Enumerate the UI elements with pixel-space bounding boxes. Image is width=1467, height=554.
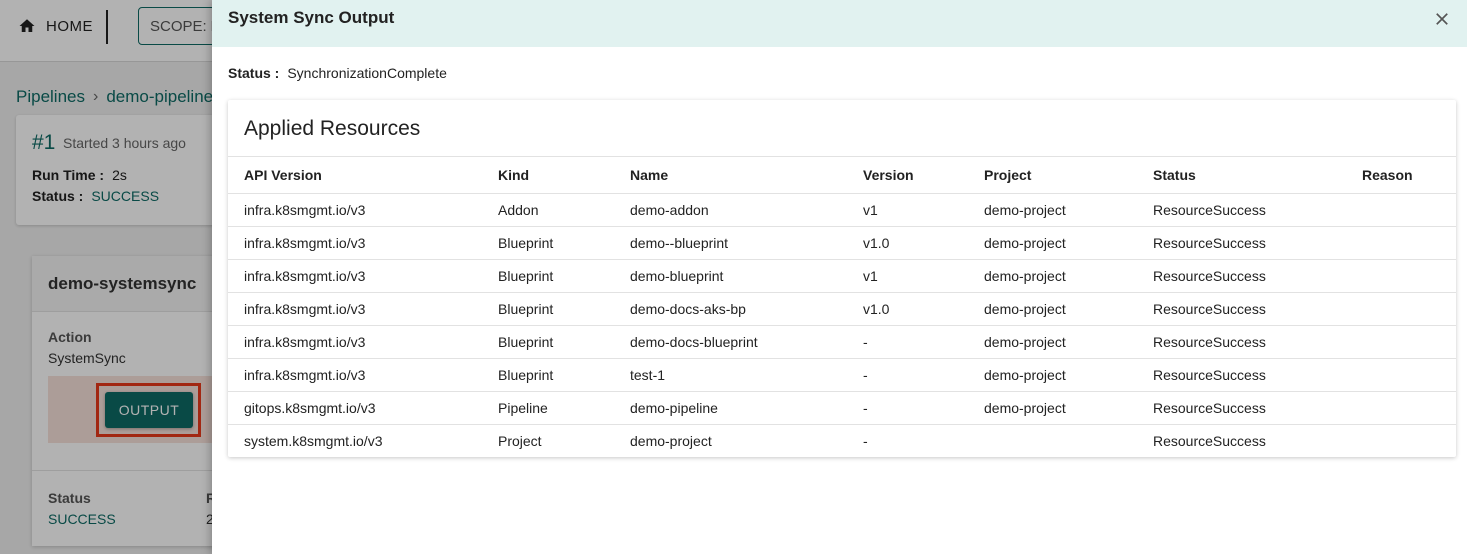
table-cell — [1362, 358, 1456, 392]
table-cell: - — [863, 358, 984, 392]
table-cell: demo-project — [984, 358, 1153, 392]
table-body: infra.k8smgmt.io/v3 Addon demo-addon v1 demo… — [228, 193, 1456, 458]
column-header: Status — [1153, 156, 1362, 194]
table-cell: demo-project — [984, 259, 1153, 293]
table-cell: infra.k8smgmt.io/v3 — [228, 193, 498, 227]
table-row: infra.k8smgmt.io/v3 Blueprint demo--bluepr… — [228, 226, 1456, 260]
table-cell: Project — [498, 424, 630, 458]
table-row: system.k8smgmt.io/v3 Project demo-project -… — [228, 424, 1456, 458]
table-cell: infra.k8smgmt.io/v3 — [228, 292, 498, 326]
table-row: infra.k8smgmt.io/v3 Blueprint demo-bluepri… — [228, 259, 1456, 293]
table-cell: ResourceSuccess — [1153, 226, 1362, 260]
column-header: Version — [863, 156, 984, 194]
sync-status-label: Status : — [228, 65, 280, 81]
table-header-row: API Version Kind Name Version Project St… — [228, 156, 1456, 194]
table-cell: demo-docs-aks-bp — [630, 292, 863, 326]
table-cell — [1362, 391, 1456, 425]
table-row: infra.k8smgmt.io/v3 Blueprint demo-docs-ak… — [228, 292, 1456, 326]
table-cell: Blueprint — [498, 259, 630, 293]
table-cell: demo-project — [984, 226, 1153, 260]
column-header: API Version — [228, 156, 498, 194]
table-cell: demo-docs-blueprint — [630, 325, 863, 359]
table-cell — [1362, 424, 1456, 458]
table-cell: system.k8smgmt.io/v3 — [228, 424, 498, 458]
table-cell — [1362, 259, 1456, 293]
table-cell: demo-project — [984, 292, 1153, 326]
sync-status: Status : SynchronizationComplete — [228, 65, 447, 81]
applied-resources-title: Applied Resources — [244, 117, 421, 140]
table-cell: ResourceSuccess — [1153, 325, 1362, 359]
table-cell: infra.k8smgmt.io/v3 — [228, 259, 498, 293]
table-cell: demo--blueprint — [630, 226, 863, 260]
applied-resources-card: Applied Resources API Version Kind Name … — [228, 100, 1456, 458]
table-cell: test-1 — [630, 358, 863, 392]
table-cell: ResourceSuccess — [1153, 292, 1362, 326]
table-cell: ResourceSuccess — [1153, 391, 1362, 425]
applied-resources-table: API Version Kind Name Version Project St… — [228, 156, 1456, 458]
table-cell: ResourceSuccess — [1153, 424, 1362, 458]
table-row: infra.k8smgmt.io/v3 Blueprint test-1- demo-… — [228, 358, 1456, 392]
table-cell: ResourceSuccess — [1153, 358, 1362, 392]
table-cell: demo-project — [984, 193, 1153, 227]
table-cell: Blueprint — [498, 226, 630, 260]
table-cell: demo-blueprint — [630, 259, 863, 293]
table-cell — [1362, 325, 1456, 359]
table-row: gitops.k8smgmt.io/v3 Pipeline demo-pipelin… — [228, 391, 1456, 425]
table-cell: demo-addon — [630, 193, 863, 227]
column-header: Reason — [1362, 156, 1456, 194]
table-cell: ResourceSuccess — [1153, 259, 1362, 293]
table-cell: gitops.k8smgmt.io/v3 — [228, 391, 498, 425]
table-cell: Blueprint — [498, 325, 630, 359]
table-cell: infra.k8smgmt.io/v3 — [228, 358, 498, 392]
table-cell — [1362, 226, 1456, 260]
table-cell: demo-pipeline — [630, 391, 863, 425]
system-sync-output-drawer: System Sync Output Status : Synchronizati… — [212, 0, 1467, 554]
table-cell: Blueprint — [498, 292, 630, 326]
table-row: infra.k8smgmt.io/v3 Addon demo-addon v1 demo… — [228, 193, 1456, 227]
table-cell: infra.k8smgmt.io/v3 — [228, 226, 498, 260]
table-cell: - — [863, 424, 984, 458]
table-cell — [984, 424, 1153, 458]
table-cell: Pipeline — [498, 391, 630, 425]
table-cell — [1362, 292, 1456, 326]
close-button[interactable] — [1433, 10, 1453, 30]
table-cell: v1.0 — [863, 292, 984, 326]
column-header: Name — [630, 156, 863, 194]
table-cell: v1.0 — [863, 226, 984, 260]
drawer-header: System Sync Output — [212, 0, 1467, 47]
table-cell: v1 — [863, 259, 984, 293]
table-cell — [1362, 193, 1456, 227]
sync-status-value: SynchronizationComplete — [287, 65, 447, 81]
table-cell: - — [863, 391, 984, 425]
table-cell: Blueprint — [498, 358, 630, 392]
table-cell: demo-project — [984, 391, 1153, 425]
table-cell: demo-project — [630, 424, 863, 458]
column-header: Project — [984, 156, 1153, 194]
drawer-title: System Sync Output — [228, 8, 395, 27]
close-icon — [1436, 13, 1448, 25]
table-cell: infra.k8smgmt.io/v3 — [228, 325, 498, 359]
table-cell: - — [863, 325, 984, 359]
table-cell: demo-project — [984, 325, 1153, 359]
table-cell: v1 — [863, 193, 984, 227]
table-cell: ResourceSuccess — [1153, 193, 1362, 227]
table-cell: Addon — [498, 193, 630, 227]
table-row: infra.k8smgmt.io/v3 Blueprint demo-docs-bl… — [228, 325, 1456, 359]
column-header: Kind — [498, 156, 630, 194]
